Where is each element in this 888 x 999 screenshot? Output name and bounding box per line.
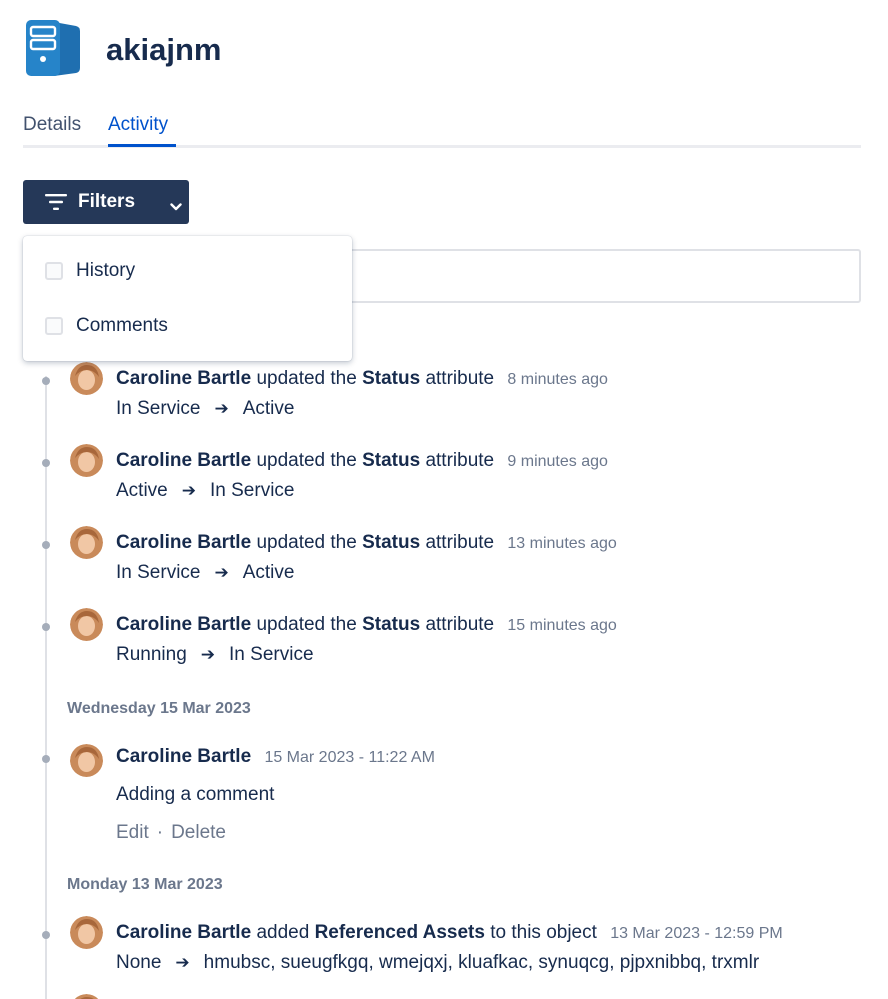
filters-button[interactable]: Filters <box>23 180 189 224</box>
entry-suffix: attribute <box>425 368 495 389</box>
user-name[interactable]: Caroline Bartle <box>116 450 251 471</box>
activity-entry-header: Caroline Bartle updated the Status attri… <box>116 532 617 554</box>
old-value: Active <box>116 480 168 501</box>
attribute-name: Status <box>362 614 421 635</box>
timestamp: 15 Mar 2023 - 11:22 AM <box>264 749 435 766</box>
new-value: Active <box>242 398 295 419</box>
arrow-right-icon: ➔ <box>200 645 216 664</box>
filter-icon <box>45 194 67 210</box>
history-checkbox[interactable] <box>45 262 63 280</box>
avatar <box>70 444 103 477</box>
avatar <box>70 362 103 395</box>
value-change: Active ➔ In Service <box>116 480 294 502</box>
date-group-header: Wednesday 15 Mar 2023 <box>67 700 251 717</box>
timestamp: 15 minutes ago <box>507 617 617 634</box>
timeline-dot <box>42 459 50 467</box>
avatar <box>70 608 103 641</box>
tab-details[interactable]: Details <box>23 114 81 136</box>
timeline-dot <box>42 931 50 939</box>
filter-option-comments[interactable]: Comments <box>45 311 168 341</box>
new-value: hmubsc, sueugfkgq, wmejqxj, kluafkac, sy… <box>203 952 760 973</box>
value-change: Running ➔ In Service <box>116 644 314 666</box>
comment-actions: Edit · Delete <box>116 822 226 844</box>
object-header: akiajnm <box>24 18 221 78</box>
timeline-dot <box>42 541 50 549</box>
entry-verb: updated the <box>256 368 357 389</box>
attribute-name: Status <box>362 368 421 389</box>
user-name[interactable]: Caroline Bartle <box>116 532 251 553</box>
arrow-right-icon: ➔ <box>214 399 229 418</box>
value-change: None ➔ hmubsc, sueugfkgq, wmejqxj, kluaf… <box>116 952 759 974</box>
filter-option-history[interactable]: History <box>45 256 135 286</box>
user-name[interactable]: Caroline Bartle <box>116 614 251 635</box>
entry-suffix: to this object <box>490 922 597 943</box>
new-value: In Service <box>229 644 314 665</box>
date-group-header: Monday 13 Mar 2023 <box>67 876 223 893</box>
activity-entry-header: Caroline Bartle updated the Status attri… <box>116 368 608 390</box>
timestamp: 8 minutes ago <box>507 371 608 388</box>
new-value: In Service <box>210 480 295 501</box>
filters-button-label: Filters <box>78 191 136 212</box>
arrow-right-icon: ➔ <box>214 563 229 582</box>
activity-entry-header: Caroline Bartle updated the Status attri… <box>116 450 608 472</box>
object-title: akiajnm <box>106 32 222 67</box>
old-value: In Service <box>116 562 201 583</box>
old-value: None <box>116 952 162 973</box>
entry-verb: updated the <box>256 614 357 635</box>
activity-entry-header: Caroline Bartle updated the Status attri… <box>116 614 617 636</box>
server-icon <box>24 18 82 78</box>
timestamp: 13 minutes ago <box>507 535 617 552</box>
comment-body: Adding a comment <box>116 784 275 805</box>
new-value: Active <box>242 562 295 583</box>
value-change: In Service ➔ Active <box>116 562 294 584</box>
value-change: In Service ➔ Active <box>116 398 294 420</box>
entry-verb: updated the <box>256 532 357 553</box>
entry-verb: updated the <box>256 450 357 471</box>
user-name[interactable]: Caroline Bartle <box>116 746 251 767</box>
attribute-name: Referenced Assets <box>314 922 485 943</box>
comment-header: Caroline Bartle 15 Mar 2023 - 11:22 AM <box>116 746 435 768</box>
old-value: In Service <box>116 398 201 419</box>
add-comment-input[interactable] <box>330 249 861 303</box>
chevron-down-icon <box>170 196 182 211</box>
timeline-dot <box>42 377 50 385</box>
timeline-dot <box>42 623 50 631</box>
attribute-name: Status <box>362 532 421 553</box>
edit-comment-button[interactable]: Edit <box>116 822 149 843</box>
avatar <box>70 744 103 777</box>
delete-comment-button[interactable]: Delete <box>171 822 226 843</box>
old-value: Running <box>116 644 187 665</box>
activity-entry-header: Caroline Bartle added Referenced Assets … <box>116 922 783 944</box>
filters-dropdown: History Comments <box>23 236 352 361</box>
comments-checkbox[interactable] <box>45 317 63 335</box>
action-separator: · <box>156 822 164 843</box>
user-name[interactable]: Caroline Bartle <box>116 368 251 389</box>
timeline-line <box>45 376 47 999</box>
timestamp: 9 minutes ago <box>507 453 608 470</box>
active-tab-indicator <box>108 144 176 147</box>
timestamp: 13 Mar 2023 - 12:59 PM <box>610 925 783 942</box>
avatar <box>70 994 103 999</box>
attribute-name: Status <box>362 450 421 471</box>
entry-suffix: attribute <box>425 532 495 553</box>
user-name[interactable]: Caroline Bartle <box>116 922 251 943</box>
tab-bar: Details Activity <box>23 108 861 148</box>
filter-option-label: History <box>76 260 136 281</box>
filter-option-label: Comments <box>76 315 168 336</box>
entry-suffix: attribute <box>425 450 495 471</box>
tab-activity[interactable]: Activity <box>108 114 168 136</box>
entry-verb: added <box>256 922 310 943</box>
entry-suffix: attribute <box>425 614 495 635</box>
avatar <box>70 916 103 949</box>
timeline-dot <box>42 755 50 763</box>
arrow-right-icon: ➔ <box>181 481 196 500</box>
avatar <box>70 526 103 559</box>
arrow-right-icon: ➔ <box>175 953 190 972</box>
